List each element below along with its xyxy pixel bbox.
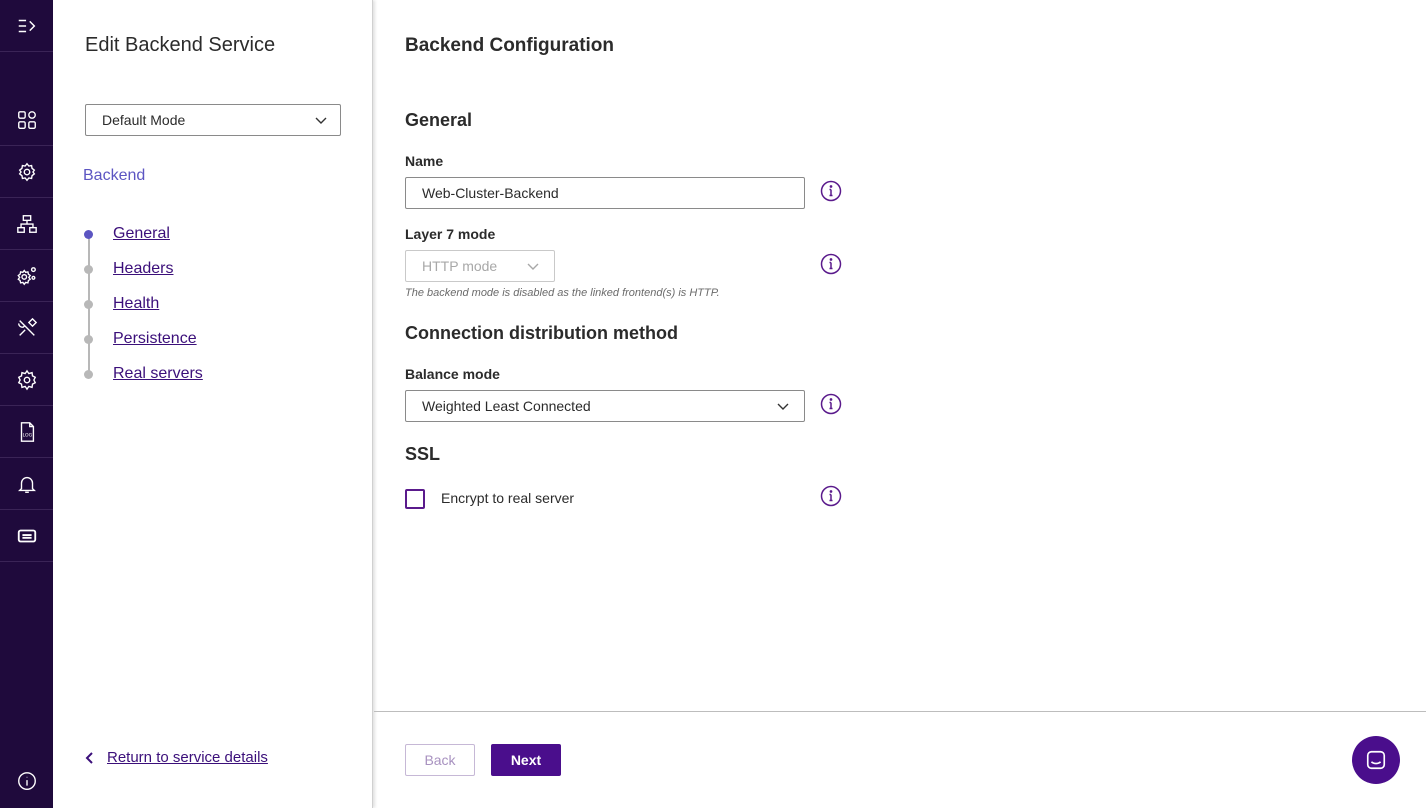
services-config-button[interactable] [0,146,53,198]
chat-icon [1366,750,1386,770]
layer7-info-icon[interactable] [820,253,842,275]
step-real-servers[interactable]: Real servers [83,362,283,386]
notifications-button[interactable] [0,458,53,510]
step-link-health[interactable]: Health [113,295,159,313]
logs-icon: LOG [20,421,34,442]
step-link-general[interactable]: General [113,225,170,243]
edit-nav-panel: Edit Backend Service Default Mode Backen… [53,0,373,808]
layer7-select: HTTP mode [405,250,555,282]
icon-rail: LOG [0,0,53,808]
encrypt-info-icon[interactable] [820,485,842,507]
layer7-help-text: The backend mode is disabled as the link… [405,287,720,299]
back-button[interactable]: Back [405,744,475,776]
tools-icon [17,317,37,336]
logs-button[interactable]: LOG [0,406,53,458]
layer7-label: Layer 7 mode [405,226,496,242]
step-link-headers[interactable]: Headers [113,260,173,278]
panel-title: Edit Backend Service [85,34,276,56]
main-content: Backend Configuration General Name Layer… [374,0,1426,808]
form-footer: Back Next [374,711,1426,808]
network-button[interactable] [0,198,53,250]
page-title: Backend Configuration [405,35,615,56]
chevron-left-icon [85,751,93,764]
general-heading: General [405,110,473,130]
step-link-persistence[interactable]: Persistence [113,330,197,348]
balance-mode-info-icon[interactable] [820,393,842,415]
chevron-down-icon [777,403,789,410]
services-config-icon [18,162,35,181]
expand-menu-icon [18,19,35,32]
step-headers[interactable]: Headers [83,257,283,281]
dashboard-button[interactable] [0,94,53,146]
distribution-heading: Connection distribution method [405,323,678,343]
balance-mode-label: Balance mode [405,366,500,382]
settings-icon [17,369,36,390]
about-button[interactable] [0,755,53,807]
settings-button[interactable] [0,354,53,406]
step-dot-active [84,230,93,239]
return-link-label[interactable]: Return to service details [107,749,268,766]
chevron-down-icon [315,117,327,124]
step-health[interactable]: Health [83,292,283,316]
step-dot [84,300,93,309]
next-button[interactable]: Next [491,744,561,776]
system-config-button[interactable] [0,250,53,302]
system-config-icon [16,266,36,285]
mode-select[interactable]: Default Mode [85,104,341,136]
balance-mode-select[interactable]: Weighted Least Connected [405,390,805,422]
step-general[interactable]: General [83,222,283,246]
name-info-icon[interactable] [820,180,842,202]
license-button[interactable] [0,510,53,562]
step-dot [84,370,93,379]
info-icon [17,772,36,790]
expand-menu-button[interactable] [0,0,53,52]
tools-button[interactable] [0,302,53,354]
section-label-backend: Backend [83,167,146,184]
name-input[interactable] [405,177,805,209]
chevron-down-icon [527,263,539,270]
step-dot [84,335,93,344]
layer7-select-value: HTTP mode [422,258,498,274]
balance-mode-value: Weighted Least Connected [422,398,591,414]
name-label: Name [405,153,444,169]
notifications-icon [17,476,36,493]
encrypt-checkbox[interactable] [405,489,425,509]
ssl-heading: SSL [405,444,441,464]
svg-text:LOG: LOG [22,432,32,438]
network-icon [16,214,37,233]
encrypt-checkbox-label[interactable]: Encrypt to real server [441,490,574,506]
dashboard-icon [17,110,36,129]
step-link-real-servers[interactable]: Real servers [113,365,203,383]
mode-select-value: Default Mode [102,112,186,128]
step-persistence[interactable]: Persistence [83,327,283,351]
license-icon [17,529,36,542]
chat-launcher-button[interactable] [1352,736,1400,784]
step-dot [84,265,93,274]
return-to-service-link[interactable]: Return to service details [83,749,268,766]
